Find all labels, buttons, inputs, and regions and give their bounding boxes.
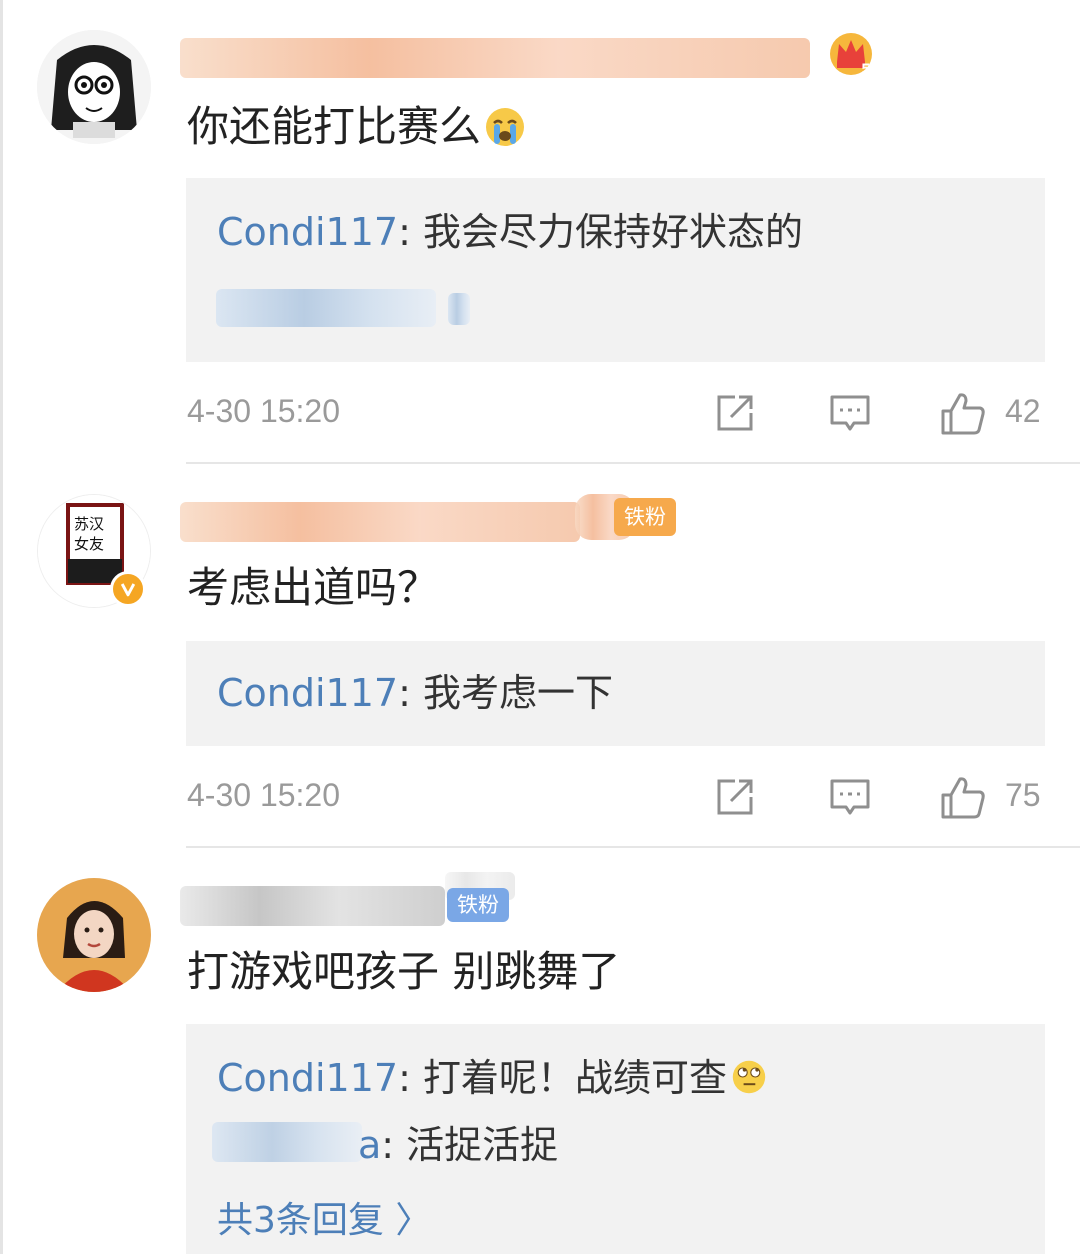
reply-text: : 活捉活捉 [381, 1123, 559, 1167]
avatar[interactable] [37, 30, 151, 144]
like-count: 42 [1005, 393, 1041, 429]
more-replies-chevron-blurred[interactable] [448, 293, 470, 325]
share-icon[interactable] [713, 775, 757, 819]
fan-badge[interactable]: 铁粉 [614, 498, 676, 536]
reply-text: : 我考虑一下 [398, 671, 613, 715]
eye-roll-emoji-icon [732, 1060, 766, 1094]
like-icon[interactable] [940, 775, 986, 821]
comment-meta: 4-30 15:20 42 [0, 387, 1080, 443]
share-icon[interactable] [713, 391, 757, 435]
comment-text: 考虑出道吗？ [187, 563, 440, 612]
reply-line: Condi117: 打着呢！战绩可查 [217, 1053, 767, 1103]
comment-list: 5 你还能打比赛么 Condi117: 我会尽力保持好状态的 4-30 15:2… [0, 0, 1080, 1254]
comment-icon[interactable] [828, 775, 872, 819]
avatar-image [37, 878, 151, 992]
svg-text:女友: 女友 [74, 535, 104, 553]
timestamp: 4-30 15:20 [187, 777, 341, 813]
more-replies-link[interactable]: 共3条回复 〉 [217, 1197, 431, 1245]
comment-text: 你还能打比赛么 [187, 99, 525, 155]
reply-box[interactable]: Condi117: 打着呢！战绩可查 a: 活捉活捉 共3条回复 〉 [186, 1024, 1045, 1254]
crown-icon: 5 [830, 33, 872, 78]
comment-text-content: 你还能打比赛么 [187, 102, 482, 151]
divider [186, 462, 1080, 464]
username-blurred[interactable] [180, 886, 445, 926]
comment-text: 打游戏吧孩子 别跳舞了 [187, 947, 621, 996]
reply-box[interactable]: Condi117: 我考虑一下 [186, 641, 1045, 746]
reply-author-link[interactable]: Condi117 [217, 1056, 398, 1100]
reply-line: Condi117: 我考虑一下 [217, 668, 613, 718]
comment-icon[interactable] [828, 391, 872, 435]
reply-box[interactable]: Condi117: 我会尽力保持好状态的 [186, 178, 1045, 362]
verified-icon [110, 571, 146, 607]
left-edge-divider [0, 0, 3, 1254]
svg-text:苏汉: 苏汉 [74, 515, 104, 533]
divider [186, 846, 1080, 848]
reply-author-link[interactable]: Condi117 [217, 210, 398, 254]
svg-text:5: 5 [861, 62, 871, 78]
reply-text: : 我会尽力保持好状态的 [398, 210, 803, 254]
username-blurred[interactable] [180, 502, 580, 542]
avatar-image [37, 30, 151, 144]
avatar[interactable] [37, 878, 151, 992]
reply-author-link[interactable]: Condi117 [217, 671, 398, 715]
reply-text: : 打着呢！战绩可查 [398, 1056, 727, 1100]
comment-meta: 4-30 15:20 75 [0, 771, 1080, 827]
more-replies-link-blurred[interactable] [216, 289, 436, 327]
reply-line: Condi117: 我会尽力保持好状态的 [217, 207, 803, 257]
like-icon[interactable] [940, 391, 986, 437]
like-count: 75 [1005, 777, 1041, 813]
reply-author-blurred[interactable] [212, 1122, 362, 1162]
reply-author-link[interactable]: a [358, 1123, 381, 1167]
reply-line: a: 活捉活捉 [358, 1120, 558, 1170]
username-blurred[interactable] [180, 38, 810, 78]
timestamp: 4-30 15:20 [187, 393, 341, 429]
crying-emoji-icon [486, 108, 525, 146]
fan-badge[interactable]: 铁粉 [447, 888, 509, 922]
